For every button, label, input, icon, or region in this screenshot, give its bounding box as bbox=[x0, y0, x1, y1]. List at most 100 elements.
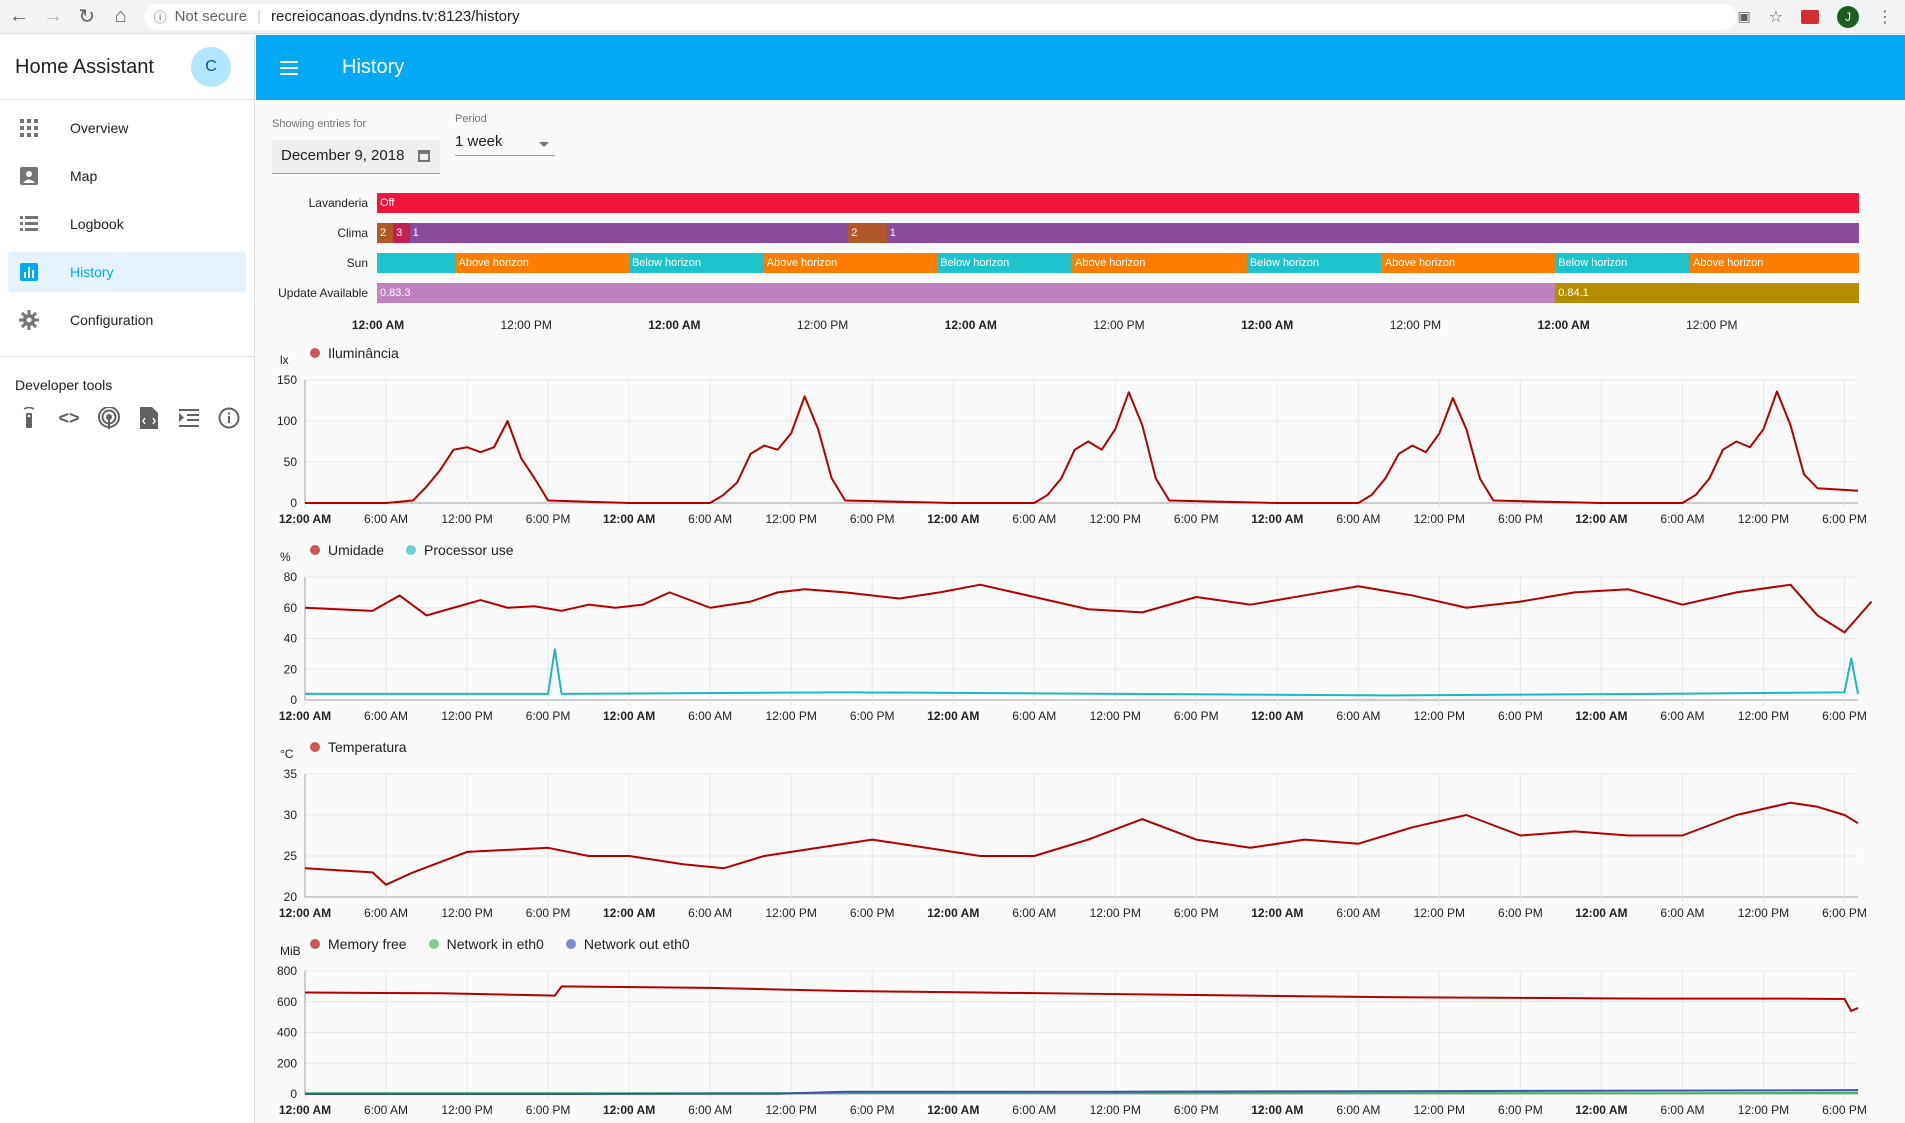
date-label: Showing entries for bbox=[272, 118, 367, 130]
timeline-segment[interactable]: Off bbox=[377, 193, 1859, 213]
y-tick-label: 800 bbox=[277, 964, 297, 978]
x-tick-label: 12:00 AM bbox=[1575, 709, 1627, 723]
sidebar-item-label: Logbook bbox=[70, 216, 124, 232]
x-tick-label: 12:00 PM bbox=[1738, 709, 1789, 723]
period-select[interactable]: 1 week bbox=[455, 130, 555, 156]
sidebar-item-history[interactable]: History bbox=[8, 252, 246, 292]
timeline-tick-label: 12:00 AM bbox=[1241, 318, 1294, 332]
info-icon[interactable] bbox=[216, 405, 242, 431]
date-picker[interactable]: December 9, 2018 bbox=[272, 140, 440, 174]
line-chart-svg: 20 25 30 35 12:00 AM 6:00 AM 12:00 PM 6:00 PM 12… bbox=[279, 767, 1867, 920]
x-tick-label: 6:00 AM bbox=[1012, 1103, 1056, 1117]
x-tick-label: 12:00 AM bbox=[927, 709, 979, 723]
timeline-segment[interactable]: 0.83.3 bbox=[377, 283, 1556, 303]
address-bar[interactable]: ⓘ Not secure | recreiocanoas.dyndns.tv:8… bbox=[143, 3, 1738, 30]
timeline-segment[interactable] bbox=[377, 253, 456, 273]
x-tick-label: 12:00 AM bbox=[1575, 1103, 1627, 1117]
gear-icon bbox=[18, 309, 40, 331]
timeline-row-label: Lavanderia bbox=[308, 196, 368, 210]
line-chart-svg: 0 50 100 150 12:00 AM 6:00 AM 12:00 PM 6:00 PM 1… bbox=[277, 373, 1867, 526]
forward-icon[interactable]: → bbox=[38, 2, 68, 32]
x-tick-label: 6:00 AM bbox=[688, 1103, 732, 1117]
x-tick-label: 12:00 PM bbox=[1738, 906, 1789, 920]
x-tick-label: 6:00 PM bbox=[1822, 512, 1867, 526]
x-tick-label: 6:00 PM bbox=[1498, 906, 1543, 920]
x-tick-label: 6:00 AM bbox=[1336, 709, 1380, 723]
sidebar-item-map[interactable]: Map bbox=[8, 156, 246, 196]
timeline-segment[interactable]: Below horizon bbox=[628, 253, 764, 273]
x-tick-label: 6:00 AM bbox=[364, 1103, 408, 1117]
timeline-segment[interactable]: Below horizon bbox=[937, 253, 1073, 273]
timeline-segment[interactable]: 1 bbox=[886, 223, 1859, 243]
sidebar-item-label: Configuration bbox=[70, 312, 154, 328]
x-tick-label: 6:00 PM bbox=[1174, 906, 1219, 920]
back-icon[interactable]: ← bbox=[4, 2, 34, 32]
timeline-segment[interactable]: Above horizon bbox=[455, 253, 629, 273]
timeline-segment[interactable]: 3 bbox=[393, 223, 410, 243]
x-tick-label: 12:00 PM bbox=[1414, 709, 1465, 723]
translate-icon[interactable]: ▣ bbox=[1737, 8, 1750, 25]
x-tick-label: 6:00 AM bbox=[1012, 906, 1056, 920]
sidebar: Home Assistant C Overview Map Logbook Hi… bbox=[0, 35, 255, 1123]
timeline-segment[interactable]: 2 bbox=[848, 223, 887, 243]
timeline-segment[interactable]: Below horizon bbox=[1555, 253, 1691, 273]
x-tick-label: 6:00 PM bbox=[526, 906, 571, 920]
dev-tools-label: Developer tools bbox=[15, 377, 113, 393]
x-tick-label: 6:00 PM bbox=[850, 512, 895, 526]
x-tick-label: 6:00 AM bbox=[1336, 906, 1380, 920]
code-icon[interactable]: <> bbox=[56, 405, 82, 431]
y-tick-label: 100 bbox=[277, 414, 297, 428]
remote-icon[interactable] bbox=[16, 405, 42, 431]
x-tick-label: 6:00 PM bbox=[526, 512, 571, 526]
timeline-segment[interactable]: Above horizon bbox=[763, 253, 938, 273]
timeline-tick-label: 12:00 AM bbox=[944, 318, 997, 332]
extension-icon[interactable] bbox=[1801, 9, 1820, 24]
sidebar-item-configuration[interactable]: Configuration bbox=[8, 300, 246, 340]
chart-memory: MiB Memory free Network in eth0 Network out… bbox=[270, 936, 1870, 1121]
profile-avatar[interactable]: J bbox=[1837, 5, 1860, 28]
timeline-segment[interactable]: Below horizon bbox=[1246, 253, 1382, 273]
sidebar-item-logbook[interactable]: Logbook bbox=[8, 204, 246, 244]
x-tick-label: 12:00 PM bbox=[1090, 709, 1141, 723]
x-tick-label: 6:00 PM bbox=[1174, 1103, 1219, 1117]
calendar-icon bbox=[418, 150, 430, 162]
timeline-segment[interactable]: 2 bbox=[377, 223, 394, 243]
file-code-icon[interactable] bbox=[136, 405, 162, 431]
x-tick-label: 6:00 AM bbox=[688, 512, 732, 526]
user-avatar[interactable]: C bbox=[191, 47, 231, 87]
timeline-segment[interactable]: 1 bbox=[409, 223, 849, 243]
timeline-segment[interactable]: Above horizon bbox=[1690, 253, 1859, 273]
home-icon[interactable]: ⌂ bbox=[106, 2, 136, 32]
app-toolbar: History bbox=[256, 35, 1905, 100]
x-tick-label: 12:00 PM bbox=[1738, 512, 1789, 526]
x-tick-label: 6:00 PM bbox=[1174, 512, 1219, 526]
x-tick-label: 12:00 PM bbox=[1090, 906, 1141, 920]
x-tick-label: 12:00 AM bbox=[603, 709, 655, 723]
timeline-segment[interactable]: Above horizon bbox=[1381, 253, 1556, 273]
x-tick-label: 6:00 PM bbox=[850, 906, 895, 920]
timeline-segment[interactable]: Above horizon bbox=[1072, 253, 1247, 273]
x-tick-label: 12:00 PM bbox=[441, 709, 492, 723]
more-icon[interactable]: ⋮ bbox=[1877, 7, 1893, 27]
x-tick-label: 6:00 PM bbox=[850, 1103, 895, 1117]
x-tick-label: 12:00 AM bbox=[603, 512, 655, 526]
x-tick-label: 12:00 PM bbox=[1090, 1103, 1141, 1117]
timeline-tick-label: 12:00 PM bbox=[1389, 318, 1442, 332]
x-tick-label: 12:00 AM bbox=[1575, 512, 1627, 526]
x-tick-label: 12:00 PM bbox=[1414, 512, 1465, 526]
timeline-tick-label: 12:00 PM bbox=[1093, 318, 1145, 332]
star-icon[interactable]: ☆ bbox=[1769, 7, 1783, 27]
timeline-segment[interactable]: 0.84.1 bbox=[1555, 283, 1619, 303]
info-icon[interactable]: ⓘ bbox=[154, 7, 167, 26]
x-tick-label: 6:00 PM bbox=[526, 1103, 571, 1117]
menu-icon[interactable] bbox=[280, 60, 310, 75]
x-tick-label: 12:00 PM bbox=[1090, 512, 1141, 526]
timeline-segment[interactable] bbox=[1618, 283, 1859, 303]
x-tick-label: 12:00 PM bbox=[1414, 906, 1465, 920]
url-text: recreiocanoas.dyndns.tv:8123/history bbox=[271, 8, 520, 25]
reload-icon[interactable]: ↻ bbox=[72, 2, 102, 32]
template-icon[interactable] bbox=[176, 405, 202, 431]
timeline-row-label: Clima bbox=[337, 226, 368, 240]
broadcast-icon[interactable] bbox=[96, 405, 122, 431]
sidebar-item-overview[interactable]: Overview bbox=[8, 108, 246, 148]
